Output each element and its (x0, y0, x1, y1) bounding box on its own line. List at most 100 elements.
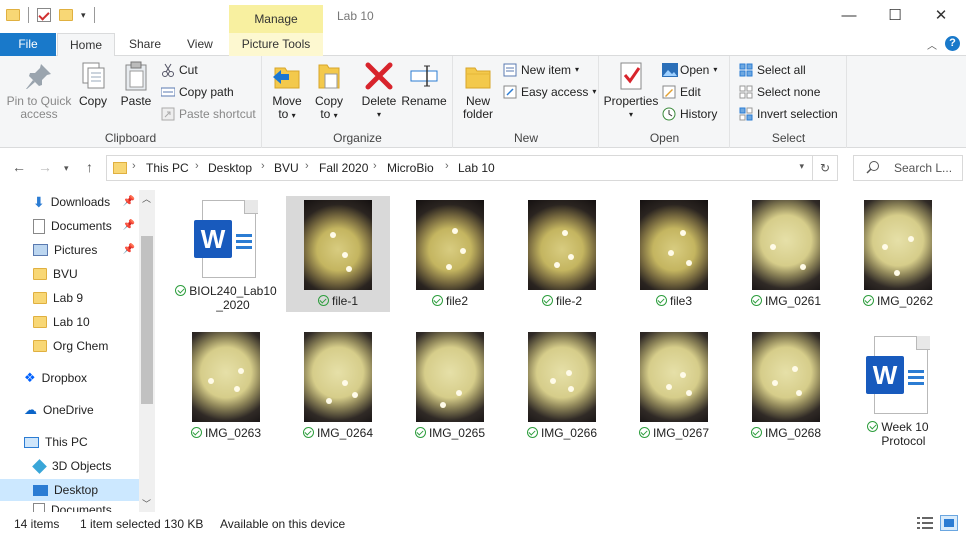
breadcrumb-this-pc[interactable]: This PC (146, 161, 189, 175)
cut-button[interactable]: Cut (161, 60, 198, 80)
nav-pane-scroll-thumb[interactable] (141, 236, 153, 404)
sidebar-item-documents[interactable]: Documents 📌 (0, 215, 139, 237)
file-tile-biol240[interactable]: W BIOL240_Lab10 _2020 (174, 200, 278, 312)
recent-locations-icon[interactable]: ▾ (64, 163, 69, 174)
sidebar-item-documents-pc[interactable]: Documents (0, 503, 139, 512)
delete-label: Delete (361, 94, 397, 108)
tab-share[interactable]: Share (117, 33, 173, 56)
file-tile-file-2[interactable]: file-2 (510, 200, 614, 308)
back-arrow-icon[interactable]: ← (12, 159, 26, 175)
sidebar-item-desktop[interactable]: Desktop (0, 479, 139, 501)
customize-qat-icon[interactable]: ▾ (81, 10, 86, 21)
chevron-right-icon[interactable]: › (195, 160, 199, 172)
file-tile-file2[interactable]: file2 (398, 200, 502, 308)
new-folder-icon[interactable] (59, 9, 73, 21)
select-all-button[interactable]: Select all (739, 60, 806, 80)
large-icons-view-icon[interactable] (940, 515, 958, 531)
minimize-ribbon-icon[interactable]: ︿ (927, 37, 937, 52)
select-none-button[interactable]: Select none (739, 82, 820, 102)
sidebar-item-org-chem[interactable]: Org Chem (0, 335, 139, 357)
delete-button[interactable]: Delete ▾ (359, 60, 399, 121)
tab-manage[interactable]: Manage (229, 5, 323, 33)
tab-home[interactable]: Home (57, 33, 116, 57)
sidebar-item-label: Documents (51, 503, 112, 512)
chevron-right-icon[interactable]: › (261, 160, 265, 172)
properties-icon (615, 60, 647, 92)
help-icon[interactable]: ? (945, 36, 960, 51)
breadcrumb-microbio[interactable]: MicroBio (387, 161, 434, 175)
dropbox-icon: ❖ (24, 370, 36, 385)
properties-button[interactable]: Properties ▾ (602, 60, 660, 121)
sidebar-item-lab-9[interactable]: Lab 9 (0, 287, 139, 309)
rename-button[interactable]: Rename (401, 60, 447, 108)
edit-button[interactable]: Edit (662, 82, 701, 102)
file-tile-file3[interactable]: file3 (622, 200, 726, 308)
forward-arrow-icon[interactable]: → (38, 159, 52, 175)
file-tile-img-0265[interactable]: IMG_0265 (398, 332, 502, 440)
move-to-button[interactable]: Move to ▾ (269, 60, 305, 122)
file-tile-img-0261[interactable]: IMG_0261 (734, 200, 838, 308)
sidebar-item-onedrive[interactable]: ☁ OneDrive (0, 399, 139, 421)
open-button[interactable]: Open ▾ (662, 60, 717, 80)
file-tile-img-0266[interactable]: IMG_0266 (510, 332, 614, 440)
sidebar-item-label: Desktop (54, 483, 99, 497)
pin-to-quick-access-button[interactable]: Pin to Quick access (4, 60, 74, 121)
open-image-icon (662, 63, 678, 77)
copy-path-button[interactable]: Copy path (160, 82, 234, 102)
easy-access-button[interactable]: Easy access ▾ (503, 82, 596, 102)
tab-picture-tools[interactable]: Picture Tools (229, 33, 323, 56)
file-tile-img-0267[interactable]: IMG_0267 (622, 332, 726, 440)
copy-to-button[interactable]: Copy to ▾ (311, 60, 347, 122)
breadcrumb-fall-2020[interactable]: Fall 2020 (319, 161, 368, 175)
history-button[interactable]: History (662, 104, 717, 124)
sidebar-item-lab-10[interactable]: Lab 10 (0, 311, 139, 333)
sidebar-item-pictures[interactable]: Pictures 📌 (0, 239, 139, 261)
up-arrow-icon[interactable]: ↑ (86, 159, 93, 175)
sidebar-item-this-pc[interactable]: This PC (0, 431, 139, 453)
properties-dropdown-icon[interactable]: ▾ (602, 108, 660, 121)
paste-shortcut-button[interactable]: Paste shortcut (161, 104, 256, 124)
new-item-button[interactable]: New item ▾ (503, 60, 579, 80)
sidebar-item-label: This PC (45, 435, 88, 449)
chevron-right-icon[interactable]: › (305, 160, 309, 172)
tab-view[interactable]: View (175, 33, 225, 56)
properties-icon[interactable] (37, 8, 51, 22)
minimize-button[interactable]: — (826, 0, 872, 33)
chevron-right-icon[interactable]: › (445, 160, 449, 172)
sidebar-item-dropbox[interactable]: ❖ Dropbox (0, 367, 139, 389)
file-name: IMG_0267 (622, 426, 726, 440)
file-tile-week-10-protocol[interactable]: W Week 10 Protocol (846, 336, 950, 448)
chevron-right-icon[interactable]: › (132, 160, 136, 172)
file-tile-file-1[interactable]: file-1 (286, 196, 390, 312)
new-folder-button[interactable]: New folder (458, 60, 498, 121)
address-bar[interactable]: › This PC › Desktop › BVU › Fall 2020 › … (106, 155, 813, 181)
breadcrumb-desktop[interactable]: Desktop (208, 161, 252, 175)
invert-selection-button[interactable]: Invert selection (739, 104, 838, 124)
file-tile-img-0268[interactable]: IMG_0268 (734, 332, 838, 440)
status-bar: 14 items 1 item selected 130 KB Availabl… (0, 512, 966, 536)
file-tile-img-0262[interactable]: IMG_0262 (846, 200, 950, 308)
paste-button[interactable]: Paste (116, 60, 156, 108)
delete-dropdown-icon[interactable]: ▾ (359, 108, 399, 121)
maximize-button[interactable]: ☐ (872, 0, 918, 33)
sidebar-item-label: Org Chem (53, 339, 109, 353)
details-view-icon[interactable] (917, 516, 933, 533)
sidebar-item-3d-objects[interactable]: 3D Objects (0, 455, 139, 477)
sidebar-item-bvu[interactable]: BVU (0, 263, 139, 285)
chevron-right-icon[interactable]: › (373, 160, 377, 172)
scroll-up-icon[interactable]: ︿ (142, 192, 151, 205)
refresh-icon[interactable]: ↻ (812, 155, 838, 181)
file-tile-img-0264[interactable]: IMG_0264 (286, 332, 390, 440)
tab-file[interactable]: File (0, 33, 56, 56)
copy-button[interactable]: Copy (74, 60, 112, 108)
search-box[interactable]: Search L... (853, 155, 963, 181)
file-tile-img-0263[interactable]: IMG_0263 (174, 332, 278, 440)
close-button[interactable]: ✕ (918, 0, 964, 33)
scroll-down-icon[interactable]: ﹀ (142, 497, 151, 510)
breadcrumb-bvu[interactable]: BVU (274, 161, 299, 175)
word-document-icon: W (194, 200, 258, 280)
address-dropdown-icon[interactable]: ▾ (799, 161, 804, 172)
breadcrumb-lab-10[interactable]: Lab 10 (458, 161, 495, 175)
sidebar-item-downloads[interactable]: ⬇ Downloads 📌 (0, 191, 139, 213)
image-thumbnail (528, 200, 596, 290)
